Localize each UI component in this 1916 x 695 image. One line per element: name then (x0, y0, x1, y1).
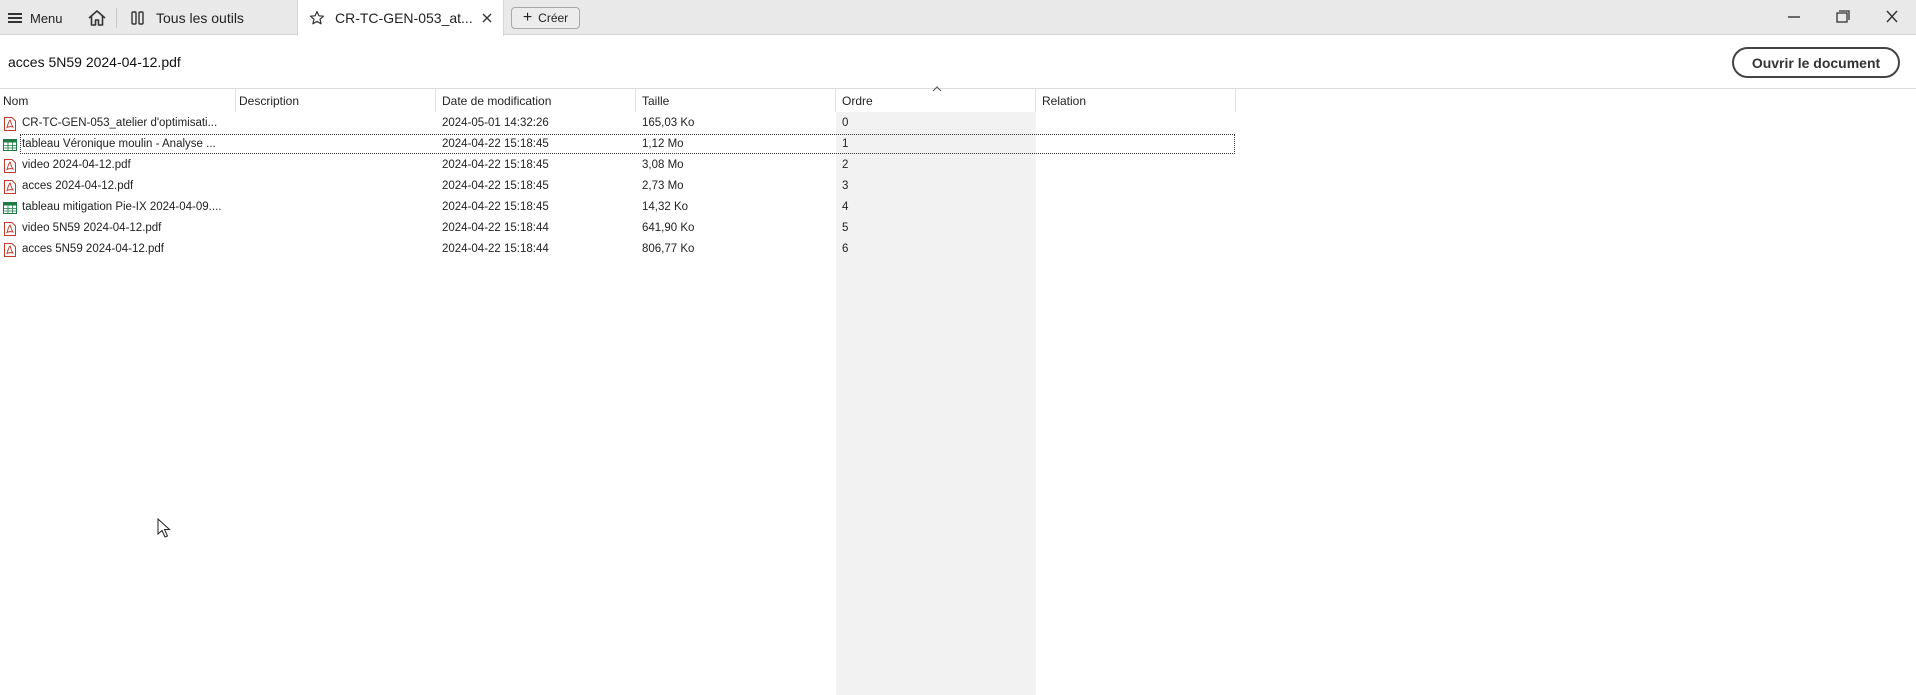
spreadsheet-icon (3, 202, 17, 214)
cell-relation (1042, 134, 1232, 155)
create-button[interactable]: + Créer (511, 7, 580, 29)
pdf-icon (4, 159, 16, 173)
cell-order: 4 (842, 201, 849, 213)
cell-size: 641,90 Ko (642, 222, 695, 234)
pdf-icon (4, 222, 16, 236)
cell-size: 3,08 Mo (642, 159, 684, 171)
cell-order: 5 (842, 222, 849, 234)
cell-size: 14,32 Ko (642, 201, 689, 213)
minimize-icon[interactable] (1782, 6, 1806, 28)
cell-description (240, 176, 436, 197)
top-bar: Menu Tous les outils CR-TC-GEN-053_at...… (0, 0, 1916, 36)
cell-name: video 2024-04-12.pdf (22, 159, 131, 171)
column-header-description[interactable]: Description (236, 89, 436, 112)
cell-date: 2024-04-22 15:18:45 (442, 180, 549, 192)
open-document-button[interactable]: Ouvrir le document (1732, 47, 1900, 78)
close-tab-icon[interactable] (481, 12, 493, 24)
cell-relation (1042, 218, 1232, 239)
cell-order: 2 (842, 159, 849, 171)
cell-date: 2024-04-22 15:18:44 (442, 243, 549, 255)
tab-all-tools[interactable]: Tous les outils (122, 0, 294, 35)
plus-icon: + (522, 9, 533, 26)
table-row[interactable]: acces 5N59 2024-04-12.pdf 2024-04-22 15:1… (0, 239, 1236, 260)
restore-icon[interactable] (1830, 6, 1854, 28)
cell-size: 2,73 Mo (642, 180, 684, 192)
cell-size: 1,12 Mo (642, 138, 684, 150)
pdf-icon (4, 117, 16, 131)
pdf-icon (4, 243, 16, 257)
cell-relation (1042, 113, 1232, 134)
mouse-cursor-icon (157, 518, 171, 538)
menu-label: Menu (30, 10, 63, 26)
column-header-relation[interactable]: Relation (1036, 89, 1236, 112)
cell-description (240, 134, 436, 155)
cell-name: acces 2024-04-12.pdf (22, 180, 134, 192)
spreadsheet-icon (3, 139, 17, 151)
cell-relation (1042, 197, 1232, 218)
cell-relation (1042, 176, 1232, 197)
cell-date: 2024-05-01 14:32:26 (442, 117, 549, 129)
create-label: Créer (538, 11, 569, 25)
cell-size: 165,03 Ko (642, 117, 695, 129)
cell-name: CR-TC-GEN-053_atelier d'optimisati... (22, 117, 218, 129)
column-header-name[interactable]: Nom (0, 89, 236, 112)
cell-order: 0 (842, 117, 849, 129)
tools-icon (131, 10, 144, 25)
cell-description (240, 218, 436, 239)
cell-relation (1042, 239, 1232, 260)
cell-size: 806,77 Ko (642, 243, 695, 255)
cell-date: 2024-04-22 15:18:45 (442, 201, 549, 213)
toolbar-separator (116, 8, 117, 28)
tab-document-label: CR-TC-GEN-053_at... (335, 10, 473, 26)
table-row[interactable]: tableau Véronique moulin - Analyse ... 20… (0, 134, 1236, 155)
sort-ascending-icon (932, 86, 942, 92)
tab-document[interactable]: CR-TC-GEN-053_at... (297, 0, 504, 36)
cell-date: 2024-04-22 15:18:45 (442, 138, 549, 150)
table-row[interactable]: video 5N59 2024-04-12.pdf 2024-04-22 15:1… (0, 218, 1236, 239)
table-row[interactable]: CR-TC-GEN-053_atelier d'optimisati... 202… (0, 113, 1236, 134)
table-row[interactable]: tableau mitigation Pie-IX 2024-04-09....… (0, 197, 1236, 218)
column-header-order[interactable]: Ordre (836, 89, 1036, 112)
cell-order: 3 (842, 180, 849, 192)
cell-description (240, 155, 436, 176)
cell-order: 6 (842, 243, 849, 255)
document-title: acces 5N59 2024-04-12.pdf (8, 54, 181, 70)
table-row[interactable]: acces 2024-04-12.pdf 2024-04-22 15:18:45 2… (0, 176, 1236, 197)
table-row[interactable]: video 2024-04-12.pdf 2024-04-22 15:18:45 3… (0, 155, 1236, 176)
cell-order: 1 (842, 138, 849, 150)
cell-date: 2024-04-22 15:18:45 (442, 159, 549, 171)
hamburger-icon (8, 13, 22, 23)
cell-name: video 5N59 2024-04-12.pdf (22, 222, 162, 234)
pdf-icon (4, 180, 16, 194)
cell-description (240, 113, 436, 134)
column-header-size[interactable]: Taille (636, 89, 836, 112)
menu-button[interactable]: Menu (8, 6, 63, 30)
star-icon[interactable] (309, 10, 325, 26)
cell-relation (1042, 155, 1232, 176)
tab-all-tools-label: Tous les outils (156, 9, 244, 26)
cell-description (240, 239, 436, 260)
column-header-date[interactable]: Date de modification (436, 89, 636, 112)
cell-date: 2024-04-22 15:18:44 (442, 222, 549, 234)
cell-name: tableau Véronique moulin - Analyse ... (22, 138, 216, 150)
cell-name: acces 5N59 2024-04-12.pdf (22, 243, 164, 255)
close-window-icon[interactable] (1880, 6, 1904, 28)
home-icon[interactable] (86, 7, 108, 29)
cell-description (240, 197, 436, 218)
cell-name: tableau mitigation Pie-IX 2024-04-09.... (22, 201, 222, 213)
